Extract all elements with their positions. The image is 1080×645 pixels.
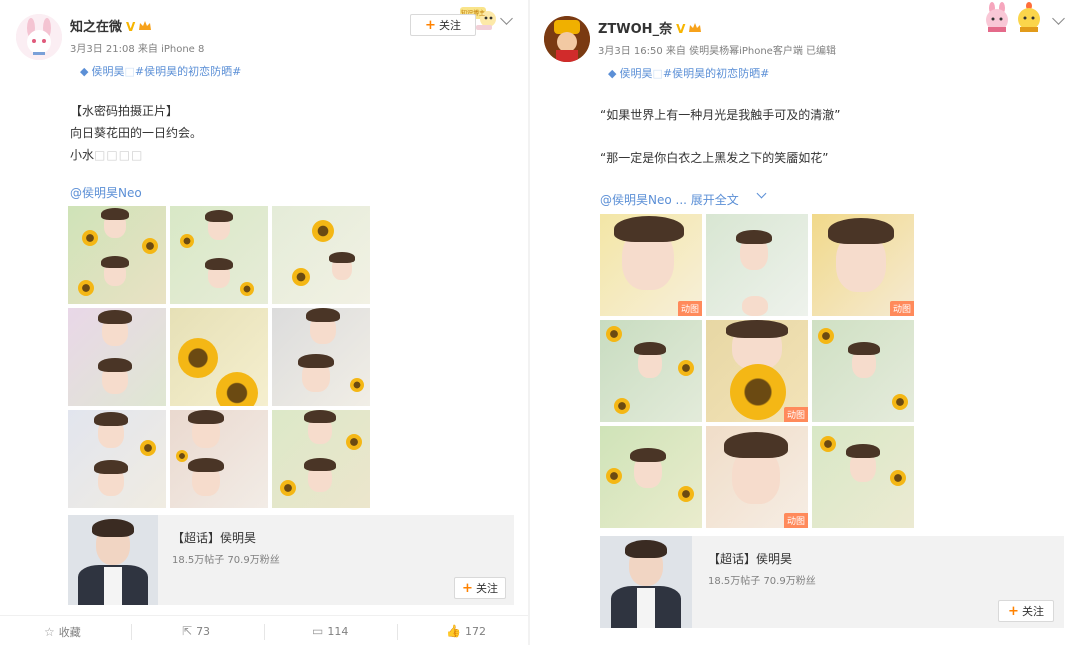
grid-image[interactable] <box>600 320 702 422</box>
verified-v-icon: V <box>126 20 136 34</box>
plus-icon: + <box>425 17 436 33</box>
verified-v-icon: V <box>676 22 686 36</box>
grid-image[interactable]: 动图 <box>706 426 808 528</box>
topic-tag[interactable]: #侯明昊的初恋防晒# <box>663 67 769 80</box>
repost-count: 73 <box>196 624 211 638</box>
user-name[interactable]: ZTWOH_奈 <box>598 22 672 37</box>
weibo-post-left: 知之在微V 3月3日 21:08 来自 iPhone 8 知识博主 + 关注 ◆… <box>0 0 528 645</box>
like-count: 172 <box>464 624 486 638</box>
image-grid: 动图 动图 动图 动图 <box>600 214 914 528</box>
post-line-1: “如果世界上有一种月光是我触手可及的清澈” <box>600 108 841 122</box>
follow-label: 关注 <box>438 19 461 32</box>
like-button[interactable]: 👍 172 <box>446 624 486 638</box>
post-meta: 3月3日 16:50 来自 侯明昊杨幂iPhone客户端 已编辑 <box>598 46 837 57</box>
card-image <box>68 515 158 605</box>
plus-icon: + <box>1008 603 1019 619</box>
repost-icon: ⇱ <box>182 624 193 638</box>
gif-badge: 动图 <box>783 513 808 528</box>
post-line-2: 向日葵花田的一日约会。 <box>70 126 203 140</box>
plus-icon: + <box>462 580 473 596</box>
grid-image[interactable] <box>68 308 166 406</box>
diamond-icon: ◆ <box>608 67 617 80</box>
super-topic-card[interactable]: 【超话】侯明昊 18.5万帖子 70.9万粉丝 + 关注 <box>600 536 1064 628</box>
card-follow-button[interactable]: + 关注 <box>998 600 1054 622</box>
gif-badge: 动图 <box>783 407 808 422</box>
screenshot: 知之在微V 3月3日 21:08 来自 iPhone 8 知识博主 + 关注 ◆… <box>0 0 1080 645</box>
badge-sticker-left <box>982 2 1012 32</box>
weibo-post-right: ZTWOH_奈 V 3月3日 16:50 来自 侯明昊杨幂iPhone客户端 已编… <box>530 0 1080 645</box>
mention-link[interactable]: @侯明昊Neo <box>70 184 142 201</box>
comment-button[interactable]: ▭ 114 <box>312 624 348 638</box>
grid-image[interactable] <box>170 206 268 304</box>
grid-image[interactable] <box>170 410 268 508</box>
grid-image[interactable] <box>812 426 914 528</box>
comment-count: 114 <box>327 624 349 638</box>
grid-image[interactable] <box>272 308 370 406</box>
super-topic-card[interactable]: 【超话】侯明昊 18.5万帖子 70.9万粉丝 + 关注 <box>68 515 514 605</box>
topic-prefix[interactable]: 侯明昊 <box>619 67 652 80</box>
grid-image[interactable] <box>600 426 702 528</box>
post-line-3: 小水 <box>70 148 95 162</box>
crown-icon <box>139 21 152 30</box>
thumbs-up-icon: 👍 <box>446 624 461 638</box>
post-meta: 3月3日 21:08 来自 iPhone 8 <box>70 44 205 55</box>
crown-icon <box>689 23 702 32</box>
repost-button[interactable]: ⇱ 73 <box>182 624 210 638</box>
expand-link[interactable]: 展开全文 <box>691 193 739 207</box>
chevron-down-icon[interactable] <box>500 12 513 25</box>
grid-image[interactable] <box>68 206 166 304</box>
gif-badge: 动图 <box>677 301 702 316</box>
grid-image[interactable]: 动图 <box>812 214 914 316</box>
card-title[interactable]: 【超话】侯明昊 <box>708 550 792 567</box>
badge-sticker-right <box>1014 2 1044 32</box>
chevron-down-icon[interactable] <box>1052 12 1065 25</box>
card-stats: 18.5万帖子 70.9万粉丝 <box>708 576 816 587</box>
grid-image[interactable]: 动图 <box>600 214 702 316</box>
favorite-button[interactable]: ☆ 收藏 <box>44 624 81 640</box>
follow-button[interactable]: + 关注 <box>410 14 476 36</box>
topic-tag[interactable]: #侯明昊的初恋防晒# <box>135 65 241 78</box>
topic-prefix[interactable]: 侯明昊 <box>91 65 124 78</box>
topic-faded: □ <box>652 67 663 80</box>
card-image <box>600 536 692 628</box>
avatar[interactable] <box>544 16 590 62</box>
post-line-1: 【水密码拍摄正片】 <box>70 104 179 118</box>
favorite-label: 收藏 <box>58 626 81 639</box>
card-follow-button[interactable]: + 关注 <box>454 577 506 599</box>
grid-image[interactable] <box>68 410 166 508</box>
grid-image[interactable] <box>272 206 370 304</box>
grid-image[interactable]: 动图 <box>706 320 808 422</box>
card-stats: 18.5万帖子 70.9万粉丝 <box>172 555 280 566</box>
action-bar: ☆ 收藏 ⇱ 73 ▭ 114 👍 172 <box>0 615 528 645</box>
post-line-2: “那一定是你白衣之上黑发之下的笑靥如花” <box>600 151 829 165</box>
expand-chevron-icon[interactable] <box>756 188 767 199</box>
diamond-icon: ◆ <box>80 65 89 78</box>
grid-image[interactable] <box>272 410 370 508</box>
image-grid <box>68 206 370 508</box>
card-title[interactable]: 【超话】侯明昊 <box>172 529 256 546</box>
grid-image[interactable] <box>170 308 268 406</box>
post-line-3-faded: □□□□ <box>94 148 144 162</box>
star-icon: ☆ <box>44 625 55 639</box>
gif-badge: 动图 <box>889 301 914 316</box>
mention-link[interactable]: @侯明昊Neo <box>600 193 672 207</box>
grid-image[interactable] <box>706 214 808 316</box>
card-follow-label: 关注 <box>1021 605 1044 618</box>
card-follow-label: 关注 <box>475 582 498 595</box>
comment-icon: ▭ <box>312 624 324 638</box>
topic-faded: □ <box>124 65 135 78</box>
user-name[interactable]: 知之在微 <box>70 20 122 35</box>
grid-image[interactable] <box>812 320 914 422</box>
avatar[interactable] <box>16 14 62 60</box>
